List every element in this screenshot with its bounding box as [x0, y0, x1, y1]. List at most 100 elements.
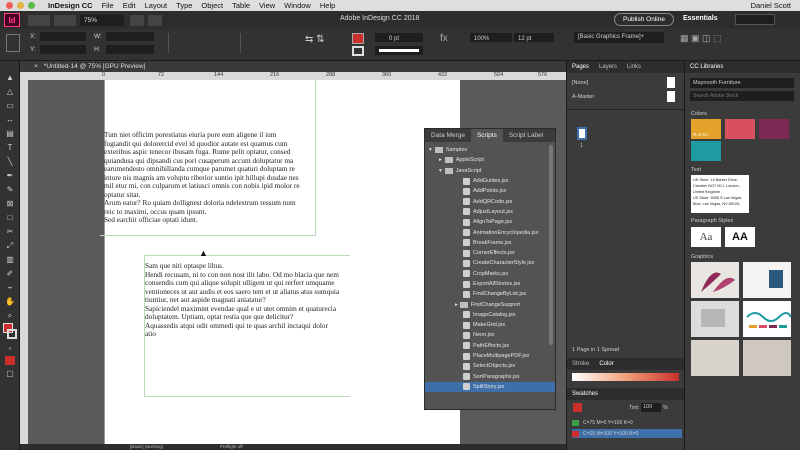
object-style-select[interactable]: [Basic Graphics Frame]+ — [574, 32, 664, 43]
script-item[interactable]: AddGuides.jsx — [425, 176, 555, 186]
menu-help[interactable]: Help — [320, 1, 335, 10]
workspace-switcher[interactable]: Essentials — [683, 15, 718, 22]
tint-field[interactable]: 100 — [641, 403, 661, 412]
graphic-thumbnail[interactable] — [691, 301, 739, 337]
tab-cc-libraries[interactable]: CC Libraries — [685, 64, 728, 70]
tab-pages[interactable]: Pages — [567, 64, 594, 70]
library-select[interactable]: Maynooth Furniture — [690, 78, 794, 88]
stroke-weight-field[interactable]: 0 pt — [375, 33, 423, 42]
script-item[interactable]: ExportAllStories.jsx — [425, 279, 555, 289]
tab-scripts[interactable]: Scripts — [470, 129, 503, 142]
script-folder-item[interactable]: ▸ FindChangeSupport — [425, 299, 555, 309]
library-color-swatch[interactable]: R=0 G= — [691, 132, 721, 161]
library-color-swatch[interactable] — [759, 119, 789, 139]
script-item[interactable]: SortParagraphs.jsx — [425, 372, 555, 382]
screen-mode-icon[interactable] — [130, 14, 144, 26]
a-master-thumbnail[interactable] — [667, 91, 675, 102]
page-tool-icon[interactable]: ▭ — [3, 99, 17, 112]
color-ramp[interactable] — [572, 373, 679, 381]
preflight-status[interactable]: Preflight off — [220, 444, 243, 449]
view-options-icon[interactable] — [54, 14, 76, 26]
script-item[interactable]: AddQRCode.jsx — [425, 196, 555, 206]
graphic-thumbnail[interactable] — [743, 301, 792, 337]
scissors-tool-icon[interactable]: ✂ — [3, 225, 17, 238]
script-item[interactable]: ImageCatalog.jsx — [425, 310, 555, 320]
arrange-documents-icon[interactable] — [148, 14, 162, 26]
library-color-swatch[interactable] — [725, 119, 755, 139]
folder-javascript[interactable]: ▾ JavaScript — [425, 166, 555, 176]
minimize-window-button[interactable] — [17, 2, 24, 9]
selection-tool-icon[interactable]: ▲ — [3, 71, 17, 84]
script-item[interactable]: SelectObjects.jsx — [425, 361, 555, 371]
tab-script-label[interactable]: Script Label — [503, 129, 549, 142]
section-colors[interactable]: Colors — [691, 111, 707, 117]
script-item[interactable]: AlignToPage.jsx — [425, 217, 555, 227]
eyedropper-tool-icon[interactable]: ⌁ — [3, 281, 17, 294]
formatting-affects-container-icon[interactable]: ▫ — [3, 342, 17, 355]
fitting-icons[interactable]: ▦ ▣ ◫ ⬚ — [680, 33, 780, 53]
library-search-input[interactable]: Search Adobe Stock — [690, 91, 794, 101]
tab-stroke[interactable]: Stroke — [567, 361, 594, 367]
opacity-field[interactable]: 100% — [470, 33, 512, 42]
script-item[interactable]: AdjustLayout.jsx — [425, 207, 555, 217]
tool-stroke-swatch[interactable] — [7, 329, 17, 339]
master-none[interactable]: [None] — [572, 80, 588, 86]
font-size-field[interactable]: 12 pt — [514, 33, 554, 42]
script-item[interactable]: AddPoints.jsx — [425, 186, 555, 196]
close-window-button[interactable] — [6, 2, 13, 9]
script-item[interactable]: BreakFrame.jsx — [425, 238, 555, 248]
rotate-shear-fields[interactable] — [240, 33, 300, 53]
text-frame-1[interactable]: Tum niet officim porestiatus eiuria pore… — [104, 130, 300, 225]
script-item[interactable]: MakeGrid.jsx — [425, 320, 555, 330]
status-style[interactable]: [Basic] (working) — [130, 444, 163, 449]
rectangle-frame-tool-icon[interactable]: ⊠ — [3, 197, 17, 210]
vertical-ruler[interactable] — [20, 72, 28, 444]
menu-layout[interactable]: Layout — [145, 1, 168, 10]
line-tool-icon[interactable]: ╲ — [3, 155, 17, 168]
folder-applescript[interactable]: ▸ AppleScript — [425, 155, 555, 165]
hand-tool-icon[interactable]: ✋ — [3, 295, 17, 308]
swatch-row[interactable]: C=75 M=5 Y=100 K=0 — [572, 418, 682, 427]
page-1-thumbnail[interactable] — [577, 127, 587, 140]
fill-stroke-control[interactable] — [3, 323, 17, 341]
master-a[interactable]: A-Master — [572, 94, 594, 100]
paragraph-style-sample[interactable]: AA — [725, 227, 755, 247]
close-tab-icon[interactable]: × — [34, 63, 38, 70]
type-tool-icon[interactable]: T — [3, 141, 17, 154]
graphic-thumbnail[interactable] — [691, 262, 739, 298]
menu-app-name[interactable]: InDesign CC — [48, 1, 93, 10]
script-item[interactable]: Neon.jsx — [425, 330, 555, 340]
text-frame-2[interactable]: Sam que niti optaspe libus. Hendi recusa… — [145, 261, 339, 339]
script-item[interactable]: AnimationEncyclopedia.jsx — [425, 227, 555, 237]
user-name[interactable]: Daniel Scott — [751, 1, 791, 10]
apply-color-icon[interactable] — [3, 356, 17, 366]
pen-tool-icon[interactable]: ✒ — [3, 169, 17, 182]
menu-object[interactable]: Object — [201, 1, 223, 10]
menu-type[interactable]: Type — [176, 1, 192, 10]
effects-icon[interactable]: fx — [440, 33, 464, 53]
tab-color[interactable]: Color — [594, 361, 618, 367]
pencil-tool-icon[interactable]: ✎ — [3, 183, 17, 196]
x-position-field[interactable] — [40, 32, 86, 41]
zoom-window-button[interactable] — [28, 2, 35, 9]
paragraph-style-sample[interactable]: Aa — [691, 227, 721, 247]
stroke-type-select[interactable] — [375, 46, 423, 55]
zoom-level-field[interactable]: 75% — [80, 14, 124, 26]
free-transform-tool-icon[interactable]: ⤢ — [3, 239, 17, 252]
swatch-row-selected[interactable]: C=15 M=100 Y=100 K=0 — [572, 429, 682, 438]
script-item[interactable]: PathEffects.jsx — [425, 341, 555, 351]
adobe-stock-search-input[interactable] — [735, 14, 775, 25]
gap-tool-icon[interactable]: ↔ — [3, 113, 17, 126]
stroke-swatch[interactable] — [352, 46, 364, 56]
script-item-selected[interactable]: SplitStory.jsx — [425, 381, 555, 393]
direct-selection-tool-icon[interactable]: △ — [3, 85, 17, 98]
width-field[interactable] — [106, 32, 154, 41]
tab-links[interactable]: Links — [622, 64, 646, 70]
gradient-tool-icon[interactable]: ▥ — [3, 253, 17, 266]
bridge-icon[interactable] — [28, 14, 50, 26]
menu-window[interactable]: Window — [284, 1, 311, 10]
fill-swatch[interactable] — [352, 33, 364, 44]
reference-point-icon[interactable] — [6, 34, 20, 52]
y-position-field[interactable] — [40, 45, 86, 54]
scripts-scrollbar[interactable] — [549, 145, 553, 345]
